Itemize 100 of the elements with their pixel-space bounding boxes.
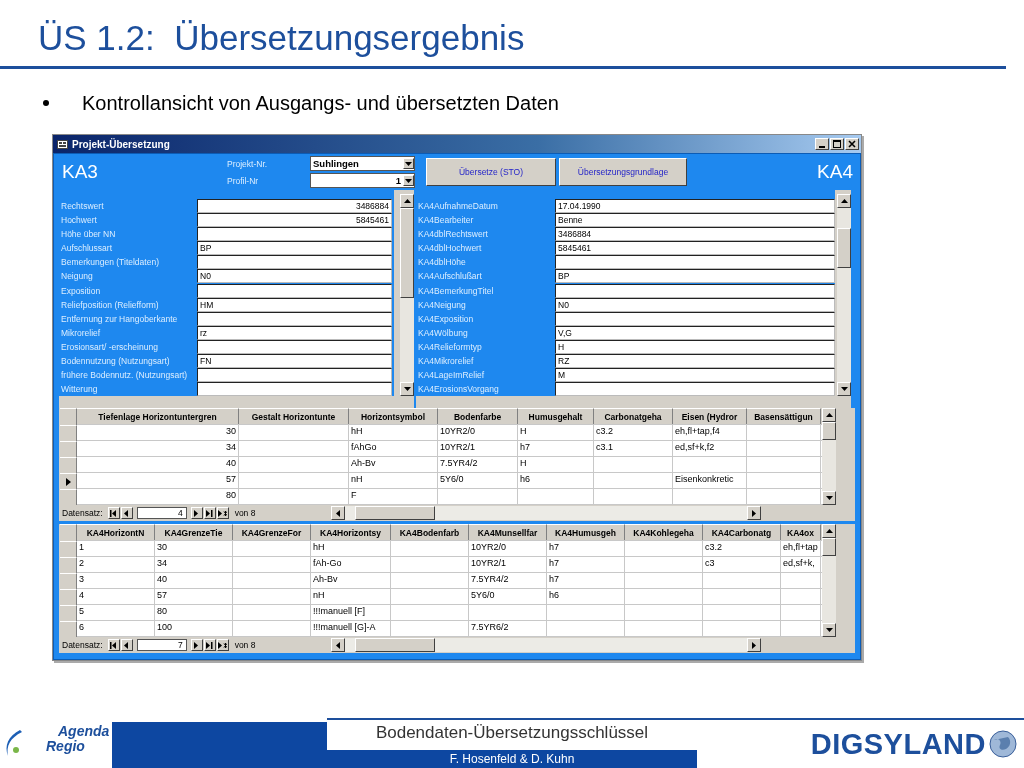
scroll-down-button[interactable] bbox=[822, 623, 836, 637]
ka4-heading: KA4 bbox=[816, 161, 854, 183]
select-all-corner[interactable] bbox=[60, 524, 77, 541]
input-field[interactable] bbox=[555, 255, 835, 270]
input-field[interactable] bbox=[555, 382, 835, 397]
close-icon bbox=[848, 140, 856, 148]
horizontal-scrollbar[interactable] bbox=[330, 638, 761, 652]
table-cell: 30 bbox=[77, 425, 239, 440]
scroll-thumb[interactable] bbox=[354, 506, 435, 520]
scroll-down-button[interactable] bbox=[400, 382, 414, 396]
column-header[interactable]: Horizontsymbol bbox=[349, 408, 438, 424]
input-field[interactable] bbox=[197, 255, 392, 270]
input-field[interactable]: 17.04.1990 bbox=[555, 199, 835, 214]
input-field[interactable]: 3486884 bbox=[555, 227, 835, 242]
down-arrow-icon bbox=[403, 387, 411, 391]
scroll-thumb[interactable] bbox=[822, 422, 836, 440]
table-cell: 4 bbox=[77, 589, 155, 604]
input-field[interactable]: 5845461 bbox=[555, 241, 835, 256]
table-cell: nH bbox=[311, 589, 391, 604]
last-record-button[interactable] bbox=[203, 507, 216, 519]
scroll-right-button[interactable] bbox=[746, 506, 761, 520]
previous-record-button[interactable] bbox=[120, 507, 133, 519]
scrollbar[interactable] bbox=[822, 408, 836, 505]
last-record-button[interactable] bbox=[203, 639, 216, 651]
scroll-up-button[interactable] bbox=[822, 524, 836, 538]
column-header[interactable]: Bodenfarbe bbox=[438, 408, 518, 424]
column-header[interactable]: KA4GrenzeTie bbox=[155, 524, 233, 540]
scroll-thumb[interactable] bbox=[837, 228, 851, 268]
scroll-thumb[interactable] bbox=[354, 638, 435, 652]
minimize-button[interactable] bbox=[815, 138, 829, 150]
up-arrow-icon bbox=[825, 529, 833, 533]
column-header[interactable]: KA4Humusgeh bbox=[547, 524, 625, 540]
scroll-thumb[interactable] bbox=[400, 208, 414, 298]
input-field[interactable]: BP bbox=[555, 269, 835, 284]
input-field[interactable] bbox=[555, 283, 835, 298]
column-header[interactable]: Tiefenlage Horizontuntergren bbox=[77, 408, 239, 424]
last-record-icon bbox=[205, 641, 214, 649]
scroll-right-button[interactable] bbox=[746, 638, 761, 652]
scroll-up-button[interactable] bbox=[400, 194, 414, 208]
record-number-field[interactable]: 7 bbox=[136, 639, 187, 651]
column-header[interactable]: KA4Horizontsy bbox=[311, 524, 391, 540]
column-header[interactable]: KA4Munsellfar bbox=[469, 524, 547, 540]
column-header[interactable]: KA4GrenzeFor bbox=[233, 524, 311, 540]
first-record-button[interactable] bbox=[107, 507, 120, 519]
table-cell: nH bbox=[349, 473, 438, 488]
profile-dropdown[interactable]: 1 bbox=[310, 173, 415, 188]
column-header[interactable]: KA4Carbonatg bbox=[703, 524, 781, 540]
scroll-up-button[interactable] bbox=[837, 194, 851, 208]
scroll-left-button[interactable] bbox=[330, 506, 345, 520]
table-cell: 3 bbox=[77, 573, 155, 588]
field-label: KA4LageImRelief bbox=[417, 369, 486, 380]
column-header[interactable]: Eisen (Hydror bbox=[673, 408, 747, 424]
table-cell: 7.5YR6/2 bbox=[469, 621, 547, 636]
input-field[interactable]: BP bbox=[197, 241, 392, 256]
column-header[interactable]: KA4HorizontN bbox=[77, 524, 155, 540]
next-record-button[interactable] bbox=[190, 639, 203, 651]
down-arrow-icon bbox=[840, 387, 848, 391]
select-all-corner[interactable] bbox=[60, 408, 77, 425]
form-button[interactable]: Übersetzungsgrundlage bbox=[559, 158, 687, 186]
dropdown-arrow-icon bbox=[405, 178, 412, 183]
up-arrow-icon bbox=[825, 413, 833, 417]
field-label: Witterung bbox=[60, 384, 99, 395]
field-label: Hochwert bbox=[60, 215, 98, 226]
scroll-up-button[interactable] bbox=[822, 408, 836, 422]
horizontal-scrollbar[interactable] bbox=[330, 506, 761, 520]
table-cell: h6 bbox=[547, 589, 625, 604]
column-header[interactable]: Gestalt Horizontunte bbox=[239, 408, 349, 424]
scrollbar[interactable] bbox=[822, 524, 836, 637]
input-field[interactable] bbox=[197, 283, 392, 298]
project-dropdown[interactable]: Suhlingen bbox=[310, 156, 415, 171]
new-record-button[interactable] bbox=[216, 639, 229, 651]
input-field[interactable]: N0 bbox=[197, 269, 392, 284]
column-header[interactable]: Humusgehalt bbox=[518, 408, 594, 424]
scroll-down-button[interactable] bbox=[837, 382, 851, 396]
input-field[interactable]: 5845461 bbox=[197, 213, 392, 228]
table-cell: !!!manuell [F] bbox=[311, 605, 391, 620]
form-icon bbox=[57, 139, 68, 149]
row-selector[interactable] bbox=[60, 473, 77, 489]
input-field[interactable] bbox=[197, 227, 392, 242]
column-header[interactable]: KA4ox bbox=[781, 524, 821, 540]
table-cell: 40 bbox=[77, 457, 239, 472]
input-field[interactable] bbox=[197, 382, 392, 397]
first-record-button[interactable] bbox=[107, 639, 120, 651]
column-header[interactable]: Carbonatgeha bbox=[594, 408, 673, 424]
input-field[interactable]: 3486884 bbox=[197, 199, 392, 214]
next-record-button[interactable] bbox=[190, 507, 203, 519]
input-field[interactable]: Benne bbox=[555, 213, 835, 228]
column-header[interactable]: Basensättigun bbox=[747, 408, 821, 424]
new-record-button[interactable] bbox=[216, 507, 229, 519]
scroll-left-button[interactable] bbox=[330, 638, 345, 652]
scroll-down-button[interactable] bbox=[822, 491, 836, 505]
record-label: Datensatz: bbox=[62, 508, 103, 518]
column-header[interactable]: KA4Bodenfarb bbox=[391, 524, 469, 540]
form-button[interactable]: Übersetze (STO) bbox=[426, 158, 556, 186]
scroll-thumb[interactable] bbox=[822, 538, 836, 556]
column-header[interactable]: KA4Kohlegeha bbox=[625, 524, 703, 540]
close-button[interactable] bbox=[845, 138, 859, 150]
record-number-field[interactable]: 4 bbox=[136, 507, 187, 519]
maximize-button[interactable] bbox=[830, 138, 844, 150]
previous-record-button[interactable] bbox=[120, 639, 133, 651]
